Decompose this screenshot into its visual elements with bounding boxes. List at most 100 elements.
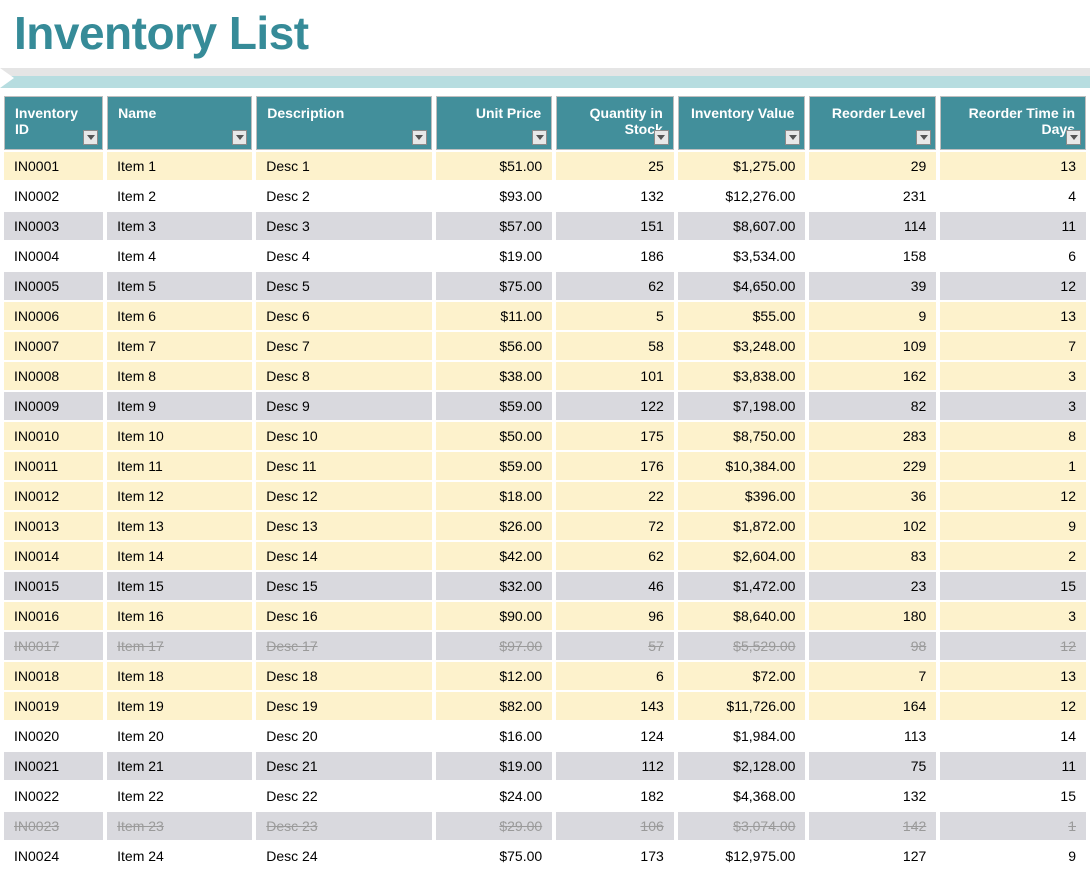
cell-reorder_days[interactable]: 9 <box>940 512 1086 540</box>
cell-name[interactable]: Item 5 <box>107 272 252 300</box>
cell-name[interactable]: Item 11 <box>107 452 252 480</box>
cell-id[interactable]: IN0016 <box>4 602 103 630</box>
cell-inv_value[interactable]: $8,607.00 <box>678 212 806 240</box>
filter-dropdown-icon[interactable] <box>654 130 669 145</box>
cell-reorder_days[interactable]: 2 <box>940 542 1086 570</box>
cell-reorder_level[interactable]: 158 <box>809 242 936 270</box>
cell-reorder_level[interactable]: 113 <box>809 722 936 750</box>
cell-qty[interactable]: 46 <box>556 572 674 600</box>
cell-reorder_level[interactable]: 162 <box>809 362 936 390</box>
column-header[interactable]: Quantity in Stock <box>556 96 674 150</box>
cell-unit_price[interactable]: $42.00 <box>436 542 553 570</box>
cell-id[interactable]: IN0003 <box>4 212 103 240</box>
cell-reorder_days[interactable]: 12 <box>940 272 1086 300</box>
cell-reorder_level[interactable]: 132 <box>809 782 936 810</box>
cell-unit_price[interactable]: $56.00 <box>436 332 553 360</box>
cell-desc[interactable]: Desc 8 <box>256 362 431 390</box>
cell-qty[interactable]: 176 <box>556 452 674 480</box>
cell-inv_value[interactable]: $2,128.00 <box>678 752 806 780</box>
table-row[interactable]: IN0005Item 5Desc 5$75.0062$4,650.003912 <box>4 272 1086 300</box>
cell-desc[interactable]: Desc 15 <box>256 572 431 600</box>
cell-qty[interactable]: 143 <box>556 692 674 720</box>
cell-desc[interactable]: Desc 18 <box>256 662 431 690</box>
cell-reorder_level[interactable]: 82 <box>809 392 936 420</box>
table-row[interactable]: IN0024Item 24Desc 24$75.00173$12,975.001… <box>4 842 1086 870</box>
filter-dropdown-icon[interactable] <box>412 130 427 145</box>
table-row[interactable]: IN0017Item 17Desc 17$97.0057$5,529.00981… <box>4 632 1086 660</box>
cell-reorder_days[interactable]: 11 <box>940 752 1086 780</box>
table-row[interactable]: IN0010Item 10Desc 10$50.00175$8,750.0028… <box>4 422 1086 450</box>
cell-desc[interactable]: Desc 19 <box>256 692 431 720</box>
column-header[interactable]: Reorder Time in Days <box>940 96 1086 150</box>
cell-id[interactable]: IN0019 <box>4 692 103 720</box>
cell-name[interactable]: Item 18 <box>107 662 252 690</box>
cell-reorder_days[interactable]: 6 <box>940 242 1086 270</box>
cell-desc[interactable]: Desc 1 <box>256 152 431 180</box>
cell-qty[interactable]: 25 <box>556 152 674 180</box>
cell-id[interactable]: IN0013 <box>4 512 103 540</box>
cell-unit_price[interactable]: $32.00 <box>436 572 553 600</box>
cell-name[interactable]: Item 19 <box>107 692 252 720</box>
cell-name[interactable]: Item 7 <box>107 332 252 360</box>
cell-qty[interactable]: 5 <box>556 302 674 330</box>
cell-inv_value[interactable]: $11,726.00 <box>678 692 806 720</box>
table-row[interactable]: IN0006Item 6Desc 6$11.005$55.00913 <box>4 302 1086 330</box>
cell-qty[interactable]: 62 <box>556 542 674 570</box>
cell-desc[interactable]: Desc 17 <box>256 632 431 660</box>
table-row[interactable]: IN0003Item 3Desc 3$57.00151$8,607.001141… <box>4 212 1086 240</box>
cell-name[interactable]: Item 9 <box>107 392 252 420</box>
cell-inv_value[interactable]: $7,198.00 <box>678 392 806 420</box>
cell-inv_value[interactable]: $1,872.00 <box>678 512 806 540</box>
cell-id[interactable]: IN0017 <box>4 632 103 660</box>
cell-unit_price[interactable]: $50.00 <box>436 422 553 450</box>
cell-reorder_level[interactable]: 114 <box>809 212 936 240</box>
cell-id[interactable]: IN0015 <box>4 572 103 600</box>
cell-qty[interactable]: 124 <box>556 722 674 750</box>
cell-qty[interactable]: 151 <box>556 212 674 240</box>
cell-reorder_level[interactable]: 23 <box>809 572 936 600</box>
column-header[interactable]: Reorder Level <box>809 96 936 150</box>
cell-reorder_level[interactable]: 75 <box>809 752 936 780</box>
cell-name[interactable]: Item 24 <box>107 842 252 870</box>
cell-inv_value[interactable]: $396.00 <box>678 482 806 510</box>
cell-desc[interactable]: Desc 20 <box>256 722 431 750</box>
cell-reorder_level[interactable]: 39 <box>809 272 936 300</box>
cell-reorder_level[interactable]: 83 <box>809 542 936 570</box>
cell-unit_price[interactable]: $90.00 <box>436 602 553 630</box>
cell-desc[interactable]: Desc 5 <box>256 272 431 300</box>
table-row[interactable]: IN0019Item 19Desc 19$82.00143$11,726.001… <box>4 692 1086 720</box>
cell-name[interactable]: Item 15 <box>107 572 252 600</box>
cell-inv_value[interactable]: $2,604.00 <box>678 542 806 570</box>
cell-unit_price[interactable]: $19.00 <box>436 242 553 270</box>
cell-reorder_level[interactable]: 180 <box>809 602 936 630</box>
table-row[interactable]: IN0001Item 1Desc 1$51.0025$1,275.002913 <box>4 152 1086 180</box>
cell-desc[interactable]: Desc 9 <box>256 392 431 420</box>
table-row[interactable]: IN0004Item 4Desc 4$19.00186$3,534.001586 <box>4 242 1086 270</box>
cell-qty[interactable]: 62 <box>556 272 674 300</box>
cell-unit_price[interactable]: $16.00 <box>436 722 553 750</box>
cell-name[interactable]: Item 12 <box>107 482 252 510</box>
cell-unit_price[interactable]: $24.00 <box>436 782 553 810</box>
cell-reorder_level[interactable]: 9 <box>809 302 936 330</box>
cell-unit_price[interactable]: $93.00 <box>436 182 553 210</box>
table-row[interactable]: IN0012Item 12Desc 12$18.0022$396.003612 <box>4 482 1086 510</box>
table-row[interactable]: IN0009Item 9Desc 9$59.00122$7,198.00823 <box>4 392 1086 420</box>
cell-reorder_days[interactable]: 7 <box>940 332 1086 360</box>
table-row[interactable]: IN0002Item 2Desc 2$93.00132$12,276.00231… <box>4 182 1086 210</box>
table-row[interactable]: IN0015Item 15Desc 15$32.0046$1,472.00231… <box>4 572 1086 600</box>
cell-inv_value[interactable]: $3,248.00 <box>678 332 806 360</box>
cell-unit_price[interactable]: $19.00 <box>436 752 553 780</box>
cell-id[interactable]: IN0004 <box>4 242 103 270</box>
cell-unit_price[interactable]: $59.00 <box>436 392 553 420</box>
cell-desc[interactable]: Desc 21 <box>256 752 431 780</box>
cell-reorder_level[interactable]: 7 <box>809 662 936 690</box>
filter-dropdown-icon[interactable] <box>83 130 98 145</box>
cell-qty[interactable]: 175 <box>556 422 674 450</box>
cell-name[interactable]: Item 17 <box>107 632 252 660</box>
cell-unit_price[interactable]: $75.00 <box>436 272 553 300</box>
cell-desc[interactable]: Desc 14 <box>256 542 431 570</box>
cell-reorder_level[interactable]: 36 <box>809 482 936 510</box>
cell-reorder_days[interactable]: 4 <box>940 182 1086 210</box>
cell-unit_price[interactable]: $51.00 <box>436 152 553 180</box>
table-row[interactable]: IN0013Item 13Desc 13$26.0072$1,872.00102… <box>4 512 1086 540</box>
